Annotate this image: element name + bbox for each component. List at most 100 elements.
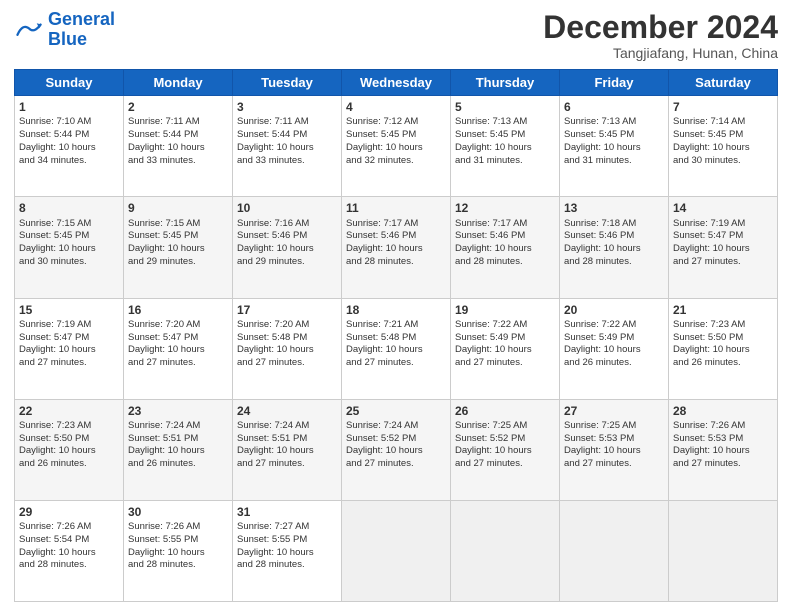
cell-line: and 29 minutes. <box>237 256 337 269</box>
cell-line: Sunset: 5:44 PM <box>237 129 337 142</box>
calendar-cell <box>669 500 778 601</box>
cell-line: Sunset: 5:48 PM <box>237 332 337 345</box>
day-number: 20 <box>564 302 664 318</box>
calendar-cell: 22Sunrise: 7:23 AMSunset: 5:50 PMDayligh… <box>15 399 124 500</box>
calendar-cell: 17Sunrise: 7:20 AMSunset: 5:48 PMDayligh… <box>233 298 342 399</box>
cell-line: Sunrise: 7:11 AM <box>128 116 228 129</box>
cell-line: Daylight: 10 hours <box>128 344 228 357</box>
cell-line: Sunrise: 7:19 AM <box>673 218 773 231</box>
calendar-cell: 19Sunrise: 7:22 AMSunset: 5:49 PMDayligh… <box>451 298 560 399</box>
day-number: 5 <box>455 99 555 115</box>
cell-line: Sunrise: 7:27 AM <box>237 521 337 534</box>
cell-line: Daylight: 10 hours <box>128 142 228 155</box>
cell-line: Sunrise: 7:18 AM <box>564 218 664 231</box>
day-header-friday: Friday <box>560 70 669 96</box>
cell-line: Daylight: 10 hours <box>19 344 119 357</box>
day-number: 2 <box>128 99 228 115</box>
day-number: 9 <box>128 200 228 216</box>
day-number: 15 <box>19 302 119 318</box>
calendar-cell: 23Sunrise: 7:24 AMSunset: 5:51 PMDayligh… <box>124 399 233 500</box>
cell-line: Sunrise: 7:20 AM <box>128 319 228 332</box>
cell-line: Daylight: 10 hours <box>564 142 664 155</box>
cell-line: Sunset: 5:51 PM <box>237 433 337 446</box>
cell-line: and 28 minutes. <box>455 256 555 269</box>
calendar-cell: 9Sunrise: 7:15 AMSunset: 5:45 PMDaylight… <box>124 197 233 298</box>
cell-line: Sunset: 5:47 PM <box>128 332 228 345</box>
cell-line: Daylight: 10 hours <box>564 344 664 357</box>
day-number: 27 <box>564 403 664 419</box>
calendar-cell: 12Sunrise: 7:17 AMSunset: 5:46 PMDayligh… <box>451 197 560 298</box>
day-number: 28 <box>673 403 773 419</box>
cell-line: Sunset: 5:45 PM <box>673 129 773 142</box>
calendar-cell: 18Sunrise: 7:21 AMSunset: 5:48 PMDayligh… <box>342 298 451 399</box>
cell-line: and 26 minutes. <box>564 357 664 370</box>
day-number: 30 <box>128 504 228 520</box>
cell-line: Daylight: 10 hours <box>455 142 555 155</box>
calendar-cell: 25Sunrise: 7:24 AMSunset: 5:52 PMDayligh… <box>342 399 451 500</box>
calendar-cell: 31Sunrise: 7:27 AMSunset: 5:55 PMDayligh… <box>233 500 342 601</box>
cell-line: Sunset: 5:45 PM <box>564 129 664 142</box>
calendar-cell: 10Sunrise: 7:16 AMSunset: 5:46 PMDayligh… <box>233 197 342 298</box>
cell-line: Sunrise: 7:26 AM <box>673 420 773 433</box>
cell-line: and 27 minutes. <box>19 357 119 370</box>
cell-line: Sunset: 5:53 PM <box>673 433 773 446</box>
cell-line: Daylight: 10 hours <box>128 445 228 458</box>
cell-line: Sunrise: 7:26 AM <box>19 521 119 534</box>
cell-line: Sunrise: 7:14 AM <box>673 116 773 129</box>
cell-line: and 26 minutes. <box>673 357 773 370</box>
calendar-cell: 6Sunrise: 7:13 AMSunset: 5:45 PMDaylight… <box>560 96 669 197</box>
cell-line: Sunset: 5:51 PM <box>128 433 228 446</box>
cell-line: Daylight: 10 hours <box>128 547 228 560</box>
cell-line: Sunrise: 7:23 AM <box>673 319 773 332</box>
cell-line: Sunrise: 7:17 AM <box>455 218 555 231</box>
cell-line: Sunset: 5:46 PM <box>455 230 555 243</box>
cell-line: Sunset: 5:46 PM <box>346 230 446 243</box>
day-number: 19 <box>455 302 555 318</box>
cell-line: Sunrise: 7:24 AM <box>346 420 446 433</box>
cell-line: Sunset: 5:54 PM <box>19 534 119 547</box>
calendar-cell: 13Sunrise: 7:18 AMSunset: 5:46 PMDayligh… <box>560 197 669 298</box>
logo-blue: Blue <box>48 30 115 50</box>
cell-line: Sunrise: 7:13 AM <box>455 116 555 129</box>
cell-line: and 26 minutes. <box>128 458 228 471</box>
cell-line: Sunset: 5:47 PM <box>673 230 773 243</box>
calendar-cell: 29Sunrise: 7:26 AMSunset: 5:54 PMDayligh… <box>15 500 124 601</box>
cell-line: Daylight: 10 hours <box>346 142 446 155</box>
cell-line: and 33 minutes. <box>128 155 228 168</box>
cell-line: Sunrise: 7:22 AM <box>455 319 555 332</box>
cell-line: Sunset: 5:50 PM <box>19 433 119 446</box>
cell-line: Daylight: 10 hours <box>673 142 773 155</box>
page-container: General Blue December 2024 Tangjiafang, … <box>0 0 792 612</box>
day-number: 7 <box>673 99 773 115</box>
calendar-cell: 20Sunrise: 7:22 AMSunset: 5:49 PMDayligh… <box>560 298 669 399</box>
cell-line: Daylight: 10 hours <box>673 344 773 357</box>
cell-line: Sunset: 5:45 PM <box>128 230 228 243</box>
cell-line: and 27 minutes. <box>455 357 555 370</box>
cell-line: Daylight: 10 hours <box>237 243 337 256</box>
cell-line: Daylight: 10 hours <box>346 445 446 458</box>
calendar-cell: 28Sunrise: 7:26 AMSunset: 5:53 PMDayligh… <box>669 399 778 500</box>
day-number: 31 <box>237 504 337 520</box>
cell-line: Daylight: 10 hours <box>237 142 337 155</box>
day-header-saturday: Saturday <box>669 70 778 96</box>
page-header: General Blue December 2024 Tangjiafang, … <box>14 10 778 61</box>
cell-line: Sunrise: 7:23 AM <box>19 420 119 433</box>
cell-line: Sunset: 5:50 PM <box>673 332 773 345</box>
day-number: 26 <box>455 403 555 419</box>
cell-line: Sunrise: 7:20 AM <box>237 319 337 332</box>
day-number: 29 <box>19 504 119 520</box>
cell-line: and 28 minutes. <box>237 559 337 572</box>
cell-line: Daylight: 10 hours <box>564 445 664 458</box>
cell-line: Sunrise: 7:12 AM <box>346 116 446 129</box>
cell-line: and 27 minutes. <box>237 357 337 370</box>
cell-line: and 32 minutes. <box>346 155 446 168</box>
cell-line: and 27 minutes. <box>346 357 446 370</box>
cell-line: and 27 minutes. <box>346 458 446 471</box>
day-number: 16 <box>128 302 228 318</box>
logo-icon <box>14 22 44 40</box>
cell-line: Sunset: 5:55 PM <box>237 534 337 547</box>
cell-line: Daylight: 10 hours <box>455 243 555 256</box>
cell-line: and 28 minutes. <box>19 559 119 572</box>
calendar-week-2: 8Sunrise: 7:15 AMSunset: 5:45 PMDaylight… <box>15 197 778 298</box>
cell-line: and 27 minutes. <box>128 357 228 370</box>
